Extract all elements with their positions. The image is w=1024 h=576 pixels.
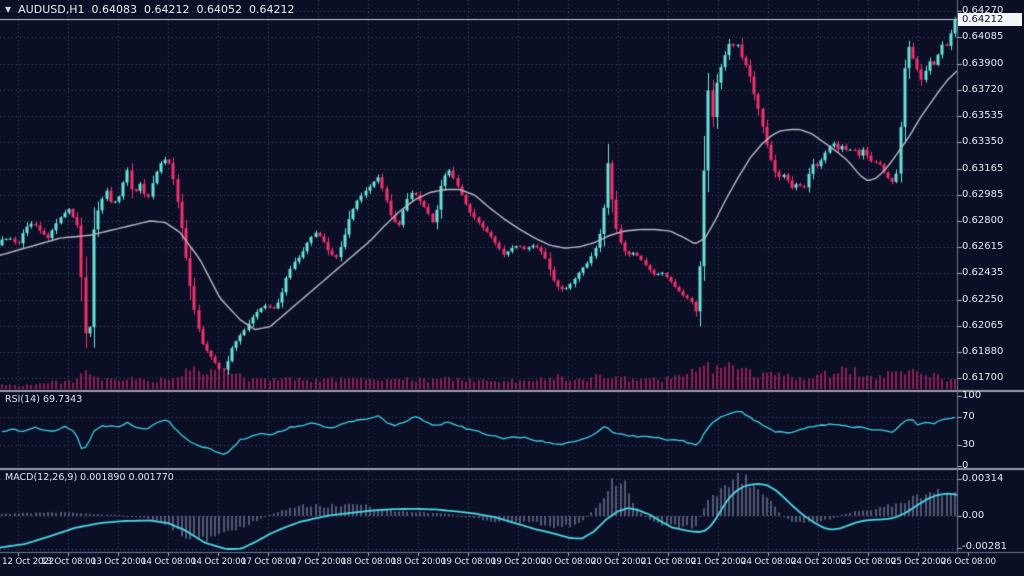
rsi-axis-label: 30 <box>962 439 975 450</box>
rsi-indicator-label: RSI(14) 69.7343 <box>5 394 82 405</box>
time-axis-label: 26 Oct 08:00 <box>941 557 996 567</box>
symbol-dropdown-icon[interactable]: ▼ <box>5 5 11 14</box>
time-axis-label: 13 Oct 20:00 <box>91 557 146 567</box>
time-axis-label: 19 Oct 20:00 <box>491 557 546 567</box>
macd-indicator-label: MACD(12,26,9) 0.001890 0.001770 <box>5 472 174 483</box>
time-axis-label: 14 Oct 08:00 <box>141 557 196 567</box>
time-axis-label: 21 Oct 20:00 <box>691 557 746 567</box>
time-axis-label: 17 Oct 20:00 <box>291 557 346 567</box>
rsi-axis-label: 100 <box>962 390 981 401</box>
price-axis-label: 0.62435 <box>962 267 1003 278</box>
price-axis-label: 0.61700 <box>962 372 1003 383</box>
time-axis-label: 20 Oct 20:00 <box>591 557 646 567</box>
time-axis-label: 18 Oct 20:00 <box>391 557 446 567</box>
macd-axis-label: -0.00281 <box>962 541 1007 552</box>
price-axis-label: 0.62615 <box>962 241 1003 252</box>
price-axis-label: 0.62250 <box>962 294 1003 305</box>
ohlc-high: 0.64212 <box>144 3 190 16</box>
time-axis-label: 24 Oct 08:00 <box>741 557 796 567</box>
time-axis-label: 20 Oct 08:00 <box>541 557 596 567</box>
time-axis-label: 25 Oct 08:00 <box>841 557 896 567</box>
ohlc-low: 0.64052 <box>196 3 242 16</box>
time-axis-label: 25 Oct 20:00 <box>891 557 946 567</box>
time-axis-label: 14 Oct 20:00 <box>191 557 246 567</box>
current-price-tag: 0.64212 <box>958 13 1022 26</box>
ohlc-close: 0.64212 <box>249 3 295 16</box>
time-axis-label: 18 Oct 08:00 <box>341 557 396 567</box>
symbol-timeframe: AUDUSD,H1 <box>18 3 84 16</box>
price-axis-label: 0.63720 <box>962 84 1003 95</box>
price-axis-label: 0.63900 <box>962 58 1003 69</box>
trading-chart-window: ▼ AUDUSD,H1 0.64083 0.64212 0.64052 0.64… <box>0 0 1024 576</box>
price-axis-label: 0.63350 <box>962 136 1003 147</box>
price-axis-label: 0.63535 <box>962 110 1003 121</box>
price-axis-label: 0.62800 <box>962 215 1003 226</box>
price-axis-label: 0.63165 <box>962 163 1003 174</box>
price-axis-label: 0.61880 <box>962 346 1003 357</box>
time-axis-label: 21 Oct 08:00 <box>641 557 696 567</box>
price-axis-label: 0.64085 <box>962 31 1003 42</box>
time-axis-label: 13 Oct 08:00 <box>41 557 96 567</box>
macd-axis-label: 0.00314 <box>962 473 1003 484</box>
ohlc-open: 0.64083 <box>91 3 137 16</box>
rsi-axis-label: 70 <box>962 411 975 422</box>
time-axis-label: 19 Oct 08:00 <box>441 557 496 567</box>
price-axis-label: 0.62985 <box>962 189 1003 200</box>
time-axis-label: 24 Oct 20:00 <box>791 557 846 567</box>
macd-axis-label: 0.00 <box>962 510 984 521</box>
price-axis-label: 0.62065 <box>962 320 1003 331</box>
time-axis-label: 17 Oct 08:00 <box>241 557 296 567</box>
rsi-axis-label: 0 <box>962 460 968 471</box>
chart-ohlc-header: ▼ AUDUSD,H1 0.64083 0.64212 0.64052 0.64… <box>5 3 294 16</box>
chart-canvas[interactable] <box>0 0 1024 576</box>
